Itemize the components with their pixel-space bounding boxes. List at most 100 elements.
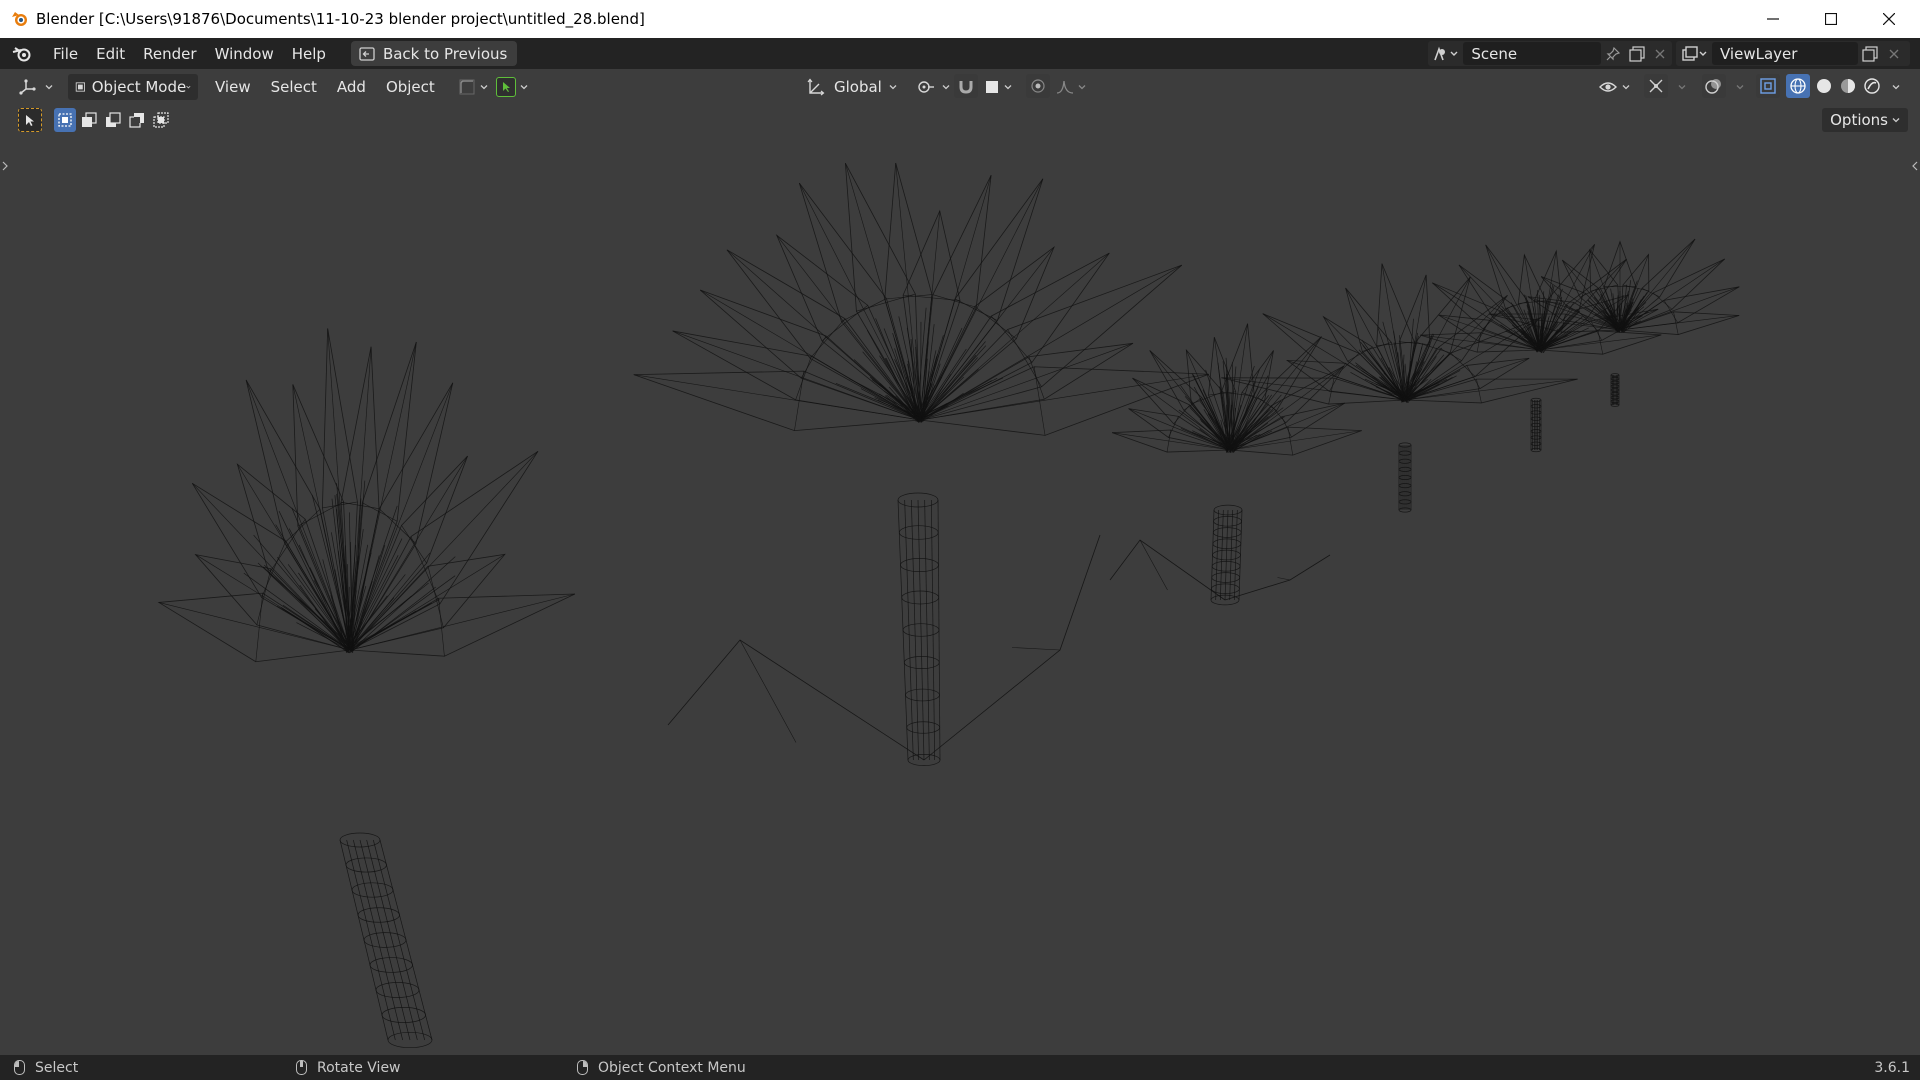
- options-dropdown[interactable]: Options: [1822, 108, 1908, 132]
- gizmo-icon: [1649, 79, 1663, 93]
- select-mode-difference-button[interactable]: [126, 108, 148, 132]
- chevron-down-icon: [1078, 84, 1086, 89]
- sidebar-region-toggle[interactable]: [1910, 155, 1920, 177]
- shading-rendered-button[interactable]: [1860, 74, 1884, 98]
- chevron-down-icon: [520, 84, 528, 89]
- view-layer-name-field[interactable]: ViewLayer: [1712, 42, 1858, 65]
- overlays-icon: [1705, 79, 1721, 94]
- new-view-layer-button[interactable]: [1858, 42, 1882, 66]
- mouse-middle-button-icon: [296, 1060, 307, 1075]
- object-mode-icon: [75, 81, 85, 92]
- menu-edit[interactable]: Edit: [87, 41, 134, 67]
- status-left-click: Select: [14, 1060, 78, 1076]
- snap-increment-icon: [986, 80, 998, 93]
- editor-type-button[interactable]: [12, 74, 60, 100]
- menu-help[interactable]: Help: [283, 41, 335, 67]
- menu-object[interactable]: Object: [379, 74, 442, 100]
- maximize-button[interactable]: [1802, 0, 1860, 38]
- shading-wireframe-button[interactable]: [1786, 74, 1810, 98]
- pin-icon: [1606, 46, 1620, 60]
- wireframe-sphere-icon: [1790, 78, 1806, 94]
- delete-view-layer-button[interactable]: [1882, 42, 1906, 66]
- proportional-falloff-dropdown[interactable]: [1052, 74, 1090, 100]
- blender-version: 3.6.1: [1874, 1059, 1910, 1076]
- gizmos-dropdown[interactable]: [1670, 74, 1690, 100]
- duplicate-icon: [1862, 45, 1878, 62]
- render-layer-icon: [1682, 45, 1707, 61]
- mode-dropdown[interactable]: Object Mode: [68, 73, 198, 100]
- select-cursor-icon: [495, 76, 516, 97]
- select-mode-new-button[interactable]: [54, 108, 76, 132]
- 3d-viewport[interactable]: Object Mode View Select Add Object Globa…: [0, 69, 1920, 1055]
- xray-icon: [1760, 78, 1776, 94]
- transform-orientation-dropdown[interactable]: Global: [800, 74, 904, 100]
- gizmos-toggle[interactable]: [1644, 74, 1668, 98]
- back-icon: [359, 46, 375, 61]
- tool-settings-row: [0, 104, 1920, 136]
- select-extend-icon: [82, 112, 97, 127]
- pivot-point-dropdown[interactable]: [912, 74, 954, 100]
- scene-pin-button[interactable]: [1601, 42, 1625, 66]
- xray-toggle[interactable]: [1756, 74, 1780, 98]
- menu-view[interactable]: View: [208, 74, 258, 100]
- gizmo-object-types-button[interactable]: [454, 74, 492, 100]
- duplicate-icon: [1628, 45, 1645, 62]
- window-titlebar: Blender [C:\Users\91876\Documents\11-10-…: [0, 0, 1920, 38]
- shading-options-dropdown[interactable]: [1884, 74, 1904, 100]
- chevron-down-icon: [186, 85, 191, 88]
- overlays-dropdown[interactable]: [1728, 74, 1748, 100]
- 3d-viewport-icon: [19, 78, 36, 95]
- scene-browse-button[interactable]: [1428, 42, 1463, 66]
- scene-icon: [1433, 46, 1458, 60]
- window-title: Blender [C:\Users\91876\Documents\11-10-…: [36, 10, 645, 28]
- proportional-edit-icon: [1031, 79, 1045, 93]
- chevron-down-icon: [942, 84, 950, 89]
- select-mode-extend-button[interactable]: [78, 108, 100, 132]
- falloff-curve-icon: [1056, 80, 1074, 94]
- chevron-down-icon: [480, 84, 488, 89]
- close-icon: [1889, 49, 1899, 58]
- shading-material-button[interactable]: [1836, 74, 1860, 98]
- view-layer-browse-button[interactable]: [1676, 42, 1712, 66]
- solid-sphere-icon: [1817, 79, 1831, 93]
- select-mode-subtract-button[interactable]: [102, 108, 124, 132]
- toolbar-region-toggle[interactable]: [0, 155, 10, 177]
- overlays-toggle[interactable]: [1702, 74, 1726, 98]
- orientation-label: Global: [834, 77, 882, 96]
- active-tool-select-box[interactable]: [18, 108, 42, 132]
- view-layer-name: ViewLayer: [1720, 44, 1798, 63]
- menu-file[interactable]: File: [44, 41, 87, 67]
- close-icon: [1655, 49, 1665, 58]
- snap-toggle[interactable]: [954, 74, 978, 98]
- status-middle-click-label: Rotate View: [317, 1059, 401, 1076]
- proportional-editing-toggle[interactable]: [1026, 74, 1050, 98]
- select-new-icon: [58, 113, 72, 127]
- scene-name-field[interactable]: Scene: [1463, 42, 1602, 65]
- menu-select[interactable]: Select: [264, 74, 324, 100]
- chevron-down-icon: [1004, 84, 1012, 89]
- interaction-gizmo-button[interactable]: [492, 74, 532, 100]
- mode-label: Object Mode: [91, 77, 187, 96]
- select-difference-icon: [129, 113, 144, 128]
- menu-window[interactable]: Window: [206, 41, 283, 67]
- shading-solid-button[interactable]: [1812, 74, 1836, 98]
- selectability-visibility-dropdown[interactable]: [1594, 74, 1634, 100]
- back-to-previous-label: Back to Previous: [382, 44, 508, 63]
- delete-scene-button[interactable]: [1648, 42, 1672, 66]
- back-to-previous-button[interactable]: Back to Previous: [350, 41, 518, 66]
- chevron-down-icon: [889, 84, 897, 89]
- select-mode-intersect-button[interactable]: [150, 108, 172, 132]
- maximize-icon: [1825, 13, 1837, 25]
- cursor-arrow-icon: [26, 115, 34, 126]
- magnet-icon: [959, 81, 973, 94]
- snap-target-dropdown[interactable]: [980, 74, 1016, 100]
- blender-logo-icon: [12, 12, 27, 26]
- menu-render[interactable]: Render: [134, 41, 205, 67]
- new-scene-button[interactable]: [1625, 42, 1649, 66]
- blender-menu[interactable]: [0, 45, 44, 63]
- minimize-button[interactable]: [1744, 0, 1802, 38]
- close-window-button[interactable]: [1860, 0, 1918, 38]
- scene-selector: Scene: [1428, 41, 1672, 66]
- menu-add[interactable]: Add: [330, 74, 373, 100]
- eye-icon: [1599, 81, 1617, 92]
